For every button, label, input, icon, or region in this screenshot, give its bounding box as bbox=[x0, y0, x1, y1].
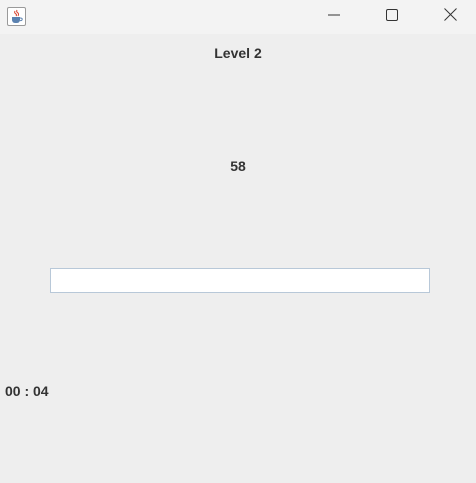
title-bar[interactable] bbox=[0, 0, 476, 34]
number-display: 58 bbox=[230, 158, 246, 174]
close-icon bbox=[443, 8, 457, 26]
minimize-button[interactable] bbox=[305, 0, 363, 34]
close-button[interactable] bbox=[421, 0, 476, 34]
maximize-icon bbox=[386, 8, 398, 26]
answer-input[interactable] bbox=[50, 268, 430, 293]
app-window: Level 2 58 00 : 04 bbox=[0, 0, 476, 483]
java-cup-icon[interactable] bbox=[7, 7, 26, 26]
maximize-button[interactable] bbox=[363, 0, 421, 34]
minimize-icon bbox=[328, 8, 340, 26]
timer-label: 00 : 04 bbox=[5, 383, 49, 399]
level-title: Level 2 bbox=[214, 45, 262, 61]
